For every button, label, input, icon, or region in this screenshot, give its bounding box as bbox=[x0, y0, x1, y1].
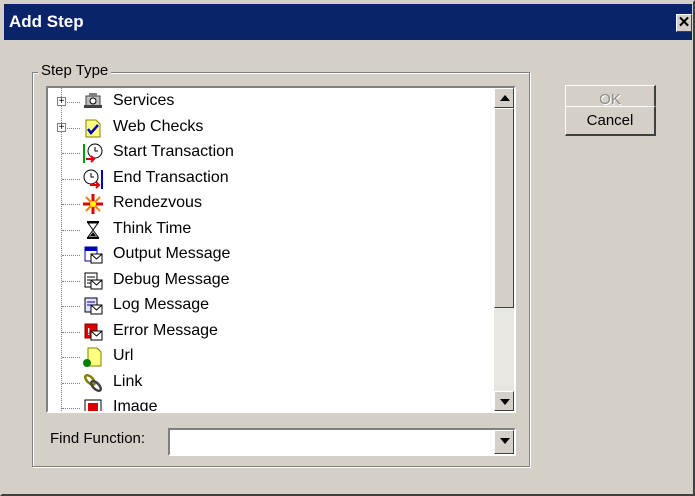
tree-content: + Services + Web Checks Start Transaction End… bbox=[48, 88, 494, 411]
tree-item[interactable]: Debug Message bbox=[48, 269, 488, 294]
error-message-icon: ! bbox=[82, 321, 104, 343]
find-function-combobox[interactable] bbox=[168, 428, 516, 456]
tree-vertical-scrollbar[interactable] bbox=[494, 88, 514, 411]
step-type-tree[interactable]: + Services + Web Checks Start Transaction End… bbox=[46, 86, 516, 413]
find-function-dropdown-button[interactable] bbox=[494, 430, 514, 454]
output-message-icon bbox=[82, 244, 104, 266]
tree-connector bbox=[62, 255, 80, 256]
tree-item-label: Start Transaction bbox=[113, 143, 234, 160]
tree-item[interactable]: Log Message bbox=[48, 294, 488, 319]
arrow-up-icon bbox=[500, 95, 510, 101]
tree-item[interactable]: Think Time bbox=[48, 218, 488, 243]
dialog-title: Add Step bbox=[9, 12, 84, 31]
tree-connector bbox=[62, 178, 80, 180]
cancel-button[interactable]: Cancel bbox=[565, 106, 656, 136]
tree-item-label: Url bbox=[113, 347, 134, 364]
step-type-label: Step Type bbox=[38, 62, 112, 79]
tree-connector bbox=[62, 382, 80, 384]
tree-connector bbox=[62, 280, 80, 282]
debug-message-icon bbox=[82, 270, 104, 292]
tree-item-label: Link bbox=[113, 372, 143, 390]
tree-item[interactable]: Image bbox=[48, 396, 488, 411]
tree-item[interactable]: Start Transaction bbox=[48, 141, 488, 166]
tree-item[interactable]: End Transaction bbox=[48, 167, 488, 192]
tree-item-label: Debug Message bbox=[113, 270, 230, 288]
link-icon bbox=[82, 372, 104, 394]
title-bar[interactable]: Add Step ✕ bbox=[4, 4, 692, 40]
expand-icon[interactable]: + bbox=[57, 122, 66, 132]
web-checks-icon bbox=[82, 117, 104, 139]
end-transaction-icon bbox=[82, 168, 104, 190]
tree-item-label: Output Message bbox=[113, 245, 231, 262]
tree-item-label: Rendezvous bbox=[113, 194, 202, 211]
tree-connector bbox=[62, 357, 80, 358]
tree-item-label: Web Checks bbox=[113, 117, 204, 135]
start-transaction-icon bbox=[82, 142, 104, 164]
tree-item[interactable]: Link bbox=[48, 371, 488, 396]
chevron-down-icon bbox=[500, 438, 510, 444]
tree-item[interactable]: Rendezvous bbox=[48, 192, 488, 217]
tree-item-label: Image bbox=[113, 398, 158, 411]
tree-item[interactable]: Url bbox=[48, 345, 488, 370]
tree-item[interactable]: + Web Checks bbox=[48, 116, 488, 141]
tree-item[interactable]: ! Error Message bbox=[48, 320, 488, 345]
arrow-down-icon bbox=[500, 399, 510, 405]
tree-connector bbox=[62, 229, 80, 231]
url-icon bbox=[82, 346, 104, 368]
close-button[interactable]: ✕ bbox=[676, 14, 692, 32]
tree-item-label: Error Message bbox=[113, 321, 218, 339]
expand-icon[interactable]: + bbox=[57, 97, 66, 107]
rendezvous-icon bbox=[82, 193, 104, 215]
scroll-thumb[interactable] bbox=[494, 108, 514, 308]
tree-item-label: Think Time bbox=[113, 219, 192, 237]
tree-item-label: Log Message bbox=[113, 296, 210, 313]
find-function-label: Find Function: bbox=[50, 430, 146, 447]
image-icon bbox=[82, 397, 104, 411]
scroll-down-button[interactable] bbox=[494, 391, 514, 411]
hourglass-icon bbox=[82, 219, 104, 241]
log-message-icon bbox=[82, 295, 104, 317]
services-icon bbox=[82, 91, 104, 113]
tree-connector bbox=[62, 204, 80, 205]
tree-connector bbox=[62, 306, 80, 307]
scroll-up-button[interactable] bbox=[494, 88, 514, 108]
tree-item[interactable]: Output Message bbox=[48, 243, 488, 268]
close-icon: ✕ bbox=[677, 14, 691, 31]
tree-item-label: Services bbox=[113, 92, 175, 109]
tree-item-label: End Transaction bbox=[113, 168, 229, 186]
tree-item[interactable]: + Services bbox=[48, 90, 488, 115]
tree-connector bbox=[62, 408, 80, 409]
svg-text:!: ! bbox=[87, 327, 90, 338]
tree-connector bbox=[62, 153, 80, 154]
tree-connector bbox=[62, 331, 80, 333]
